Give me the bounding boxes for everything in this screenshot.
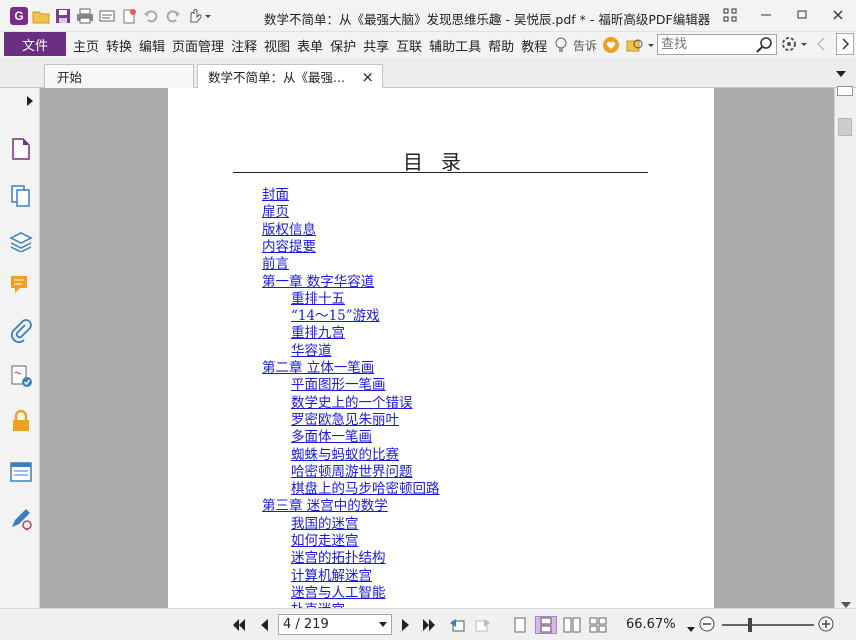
next-view-icon[interactable] bbox=[474, 616, 492, 634]
tell-me-label: 告诉 bbox=[573, 38, 598, 53]
previous-page-icon[interactable] bbox=[255, 616, 273, 634]
toc-section-link[interactable]: 多面体一笔画 bbox=[291, 425, 372, 445]
toc-section-link[interactable]: 重排九宫 bbox=[291, 321, 345, 341]
search-field[interactable] bbox=[657, 34, 777, 55]
ribbon-tabs: 主页 转换 编辑 页面管理 注释 视图 表单 保护 共享 互联 辅助工具 帮助 … bbox=[71, 32, 552, 58]
window-title: 数学不简单：从《最强大脑》发现思维乐趣 - 吴悦辰.pdf * - 福昕高级PD… bbox=[264, 12, 711, 27]
menu-organize[interactable]: 页面管理 bbox=[170, 36, 226, 55]
new-document-icon[interactable] bbox=[118, 6, 140, 26]
scrollbar-thumb[interactable] bbox=[838, 118, 852, 136]
continuous-view-icon[interactable] bbox=[535, 616, 557, 634]
attachment-icon[interactable] bbox=[8, 318, 34, 344]
restore-button[interactable] bbox=[784, 0, 820, 30]
menu-view[interactable]: 视图 bbox=[262, 36, 292, 55]
tab-close-icon[interactable]: × bbox=[361, 68, 374, 86]
app-logo[interactable]: G bbox=[8, 6, 30, 26]
last-page-icon[interactable] bbox=[421, 616, 439, 634]
ribbon-display-icon[interactable] bbox=[712, 0, 748, 30]
menu-comment[interactable]: 注释 bbox=[229, 36, 259, 55]
copy-pages-icon[interactable] bbox=[8, 183, 34, 209]
file-menu[interactable]: 文件 bbox=[4, 32, 66, 56]
search-input[interactable] bbox=[658, 35, 754, 54]
page-number-field[interactable]: 4 / 219 bbox=[278, 614, 392, 635]
zoom-in-icon[interactable] bbox=[818, 616, 834, 635]
tab-start[interactable]: 开始 bbox=[44, 64, 194, 88]
security-lock-icon[interactable] bbox=[8, 408, 34, 434]
previous-view-icon[interactable] bbox=[448, 616, 466, 634]
find-options-icon[interactable] bbox=[626, 36, 654, 57]
tab-start-label: 开始 bbox=[57, 70, 83, 85]
menu-home[interactable]: 主页 bbox=[71, 36, 101, 55]
page-dropdown-icon[interactable] bbox=[379, 622, 387, 628]
document-tabs: 开始 数学不简单：从《最强... × bbox=[0, 58, 856, 88]
undo-icon[interactable] bbox=[140, 6, 162, 26]
minimize-button[interactable] bbox=[748, 0, 784, 30]
menu-accessibility[interactable]: 辅助工具 bbox=[427, 36, 483, 55]
feedback-heart-icon[interactable] bbox=[602, 36, 620, 57]
next-page-icon[interactable] bbox=[397, 616, 415, 634]
open-folder-icon[interactable] bbox=[30, 6, 52, 26]
document-view[interactable]: 目录 封面 扉页 版权信息 内容提要 前言 第一章 数字华容道 重排十五 “14～15”游戏重… bbox=[40, 88, 834, 608]
print-icon[interactable] bbox=[74, 6, 96, 26]
zoom-level[interactable]: 66.67% bbox=[626, 617, 676, 632]
menu-form[interactable]: 表单 bbox=[295, 36, 325, 55]
page-thumbnails-icon[interactable] bbox=[8, 136, 34, 162]
comments-icon[interactable] bbox=[8, 272, 34, 298]
facing-view-icon[interactable] bbox=[563, 616, 581, 634]
menu-help[interactable]: 帮助 bbox=[486, 36, 516, 55]
menu-share[interactable]: 共享 bbox=[361, 36, 391, 55]
close-button[interactable] bbox=[820, 0, 856, 30]
toc-chapter-link[interactable]: 扉页 bbox=[262, 200, 289, 220]
menu-protect[interactable]: 保护 bbox=[328, 36, 358, 55]
settings-gear-icon[interactable] bbox=[781, 35, 809, 56]
split-view-handle[interactable] bbox=[837, 86, 853, 96]
toc-section-link[interactable]: 扑克迷宫 bbox=[291, 598, 345, 608]
certify-pen-icon[interactable] bbox=[8, 506, 34, 532]
toc-section-link[interactable]: 迷宫的拓扑结构 bbox=[291, 546, 386, 566]
pdf-page: 目录 封面 扉页 版权信息 内容提要 前言 第一章 数字华容道 重排十五 “14～15”游戏重… bbox=[168, 88, 714, 608]
tab-document[interactable]: 数学不简单：从《最强... × bbox=[197, 64, 383, 88]
toc-section-link[interactable]: 平面图形一笔画 bbox=[291, 373, 386, 393]
zoom-out-icon[interactable] bbox=[699, 616, 715, 635]
toc-chapter-link[interactable]: 前言 bbox=[262, 252, 289, 272]
tab-list-dropdown-icon[interactable] bbox=[836, 67, 846, 81]
status-bar: 4 / 219 66.67% bbox=[0, 608, 856, 640]
menu-convert[interactable]: 转换 bbox=[104, 36, 134, 55]
menu-edit[interactable]: 编辑 bbox=[137, 36, 167, 55]
vertical-scrollbar[interactable] bbox=[834, 86, 856, 608]
save-icon[interactable] bbox=[52, 6, 74, 26]
first-page-icon[interactable] bbox=[229, 616, 247, 634]
zoom-slider-knob[interactable] bbox=[748, 618, 752, 632]
zoom-dropdown-icon[interactable] bbox=[687, 622, 695, 636]
title-bar: G 数学不简单：从《最强大脑》发现思维乐趣 - 吴悦辰.pdf * - 福昕高级… bbox=[0, 0, 856, 32]
chevron-left-icon[interactable] bbox=[815, 36, 827, 55]
tell-me[interactable]: 告诉 bbox=[553, 36, 597, 54]
signature-icon[interactable] bbox=[8, 363, 34, 389]
navigation-panel bbox=[0, 88, 43, 608]
page-indicator: 4 / 219 bbox=[283, 617, 329, 632]
toc-divider bbox=[233, 172, 648, 173]
toc-title: 目录 bbox=[403, 150, 479, 174]
hand-tool-icon[interactable] bbox=[184, 6, 214, 26]
layers-icon[interactable] bbox=[8, 228, 34, 254]
redo-icon[interactable] bbox=[162, 6, 184, 26]
ribbon-scroll-right-button[interactable] bbox=[836, 33, 854, 55]
quick-access-toolbar: G bbox=[8, 6, 214, 26]
tab-document-label: 数学不简单：从《最强... bbox=[208, 70, 345, 85]
menu-tutorial[interactable]: 教程 bbox=[519, 36, 549, 55]
scan-icon[interactable] bbox=[96, 6, 118, 26]
expand-panel-icon[interactable] bbox=[26, 95, 34, 109]
menu-connect[interactable]: 互联 bbox=[394, 36, 424, 55]
search-icon[interactable] bbox=[756, 36, 774, 57]
continuous-facing-view-icon[interactable] bbox=[589, 616, 607, 634]
single-page-view-icon[interactable] bbox=[511, 616, 529, 634]
lightbulb-icon bbox=[555, 37, 567, 52]
zoom-slider[interactable] bbox=[722, 618, 814, 632]
toc-chapter-link[interactable]: 第三章 迷宫中的数学 bbox=[262, 494, 388, 514]
form-fields-icon[interactable] bbox=[8, 459, 34, 485]
